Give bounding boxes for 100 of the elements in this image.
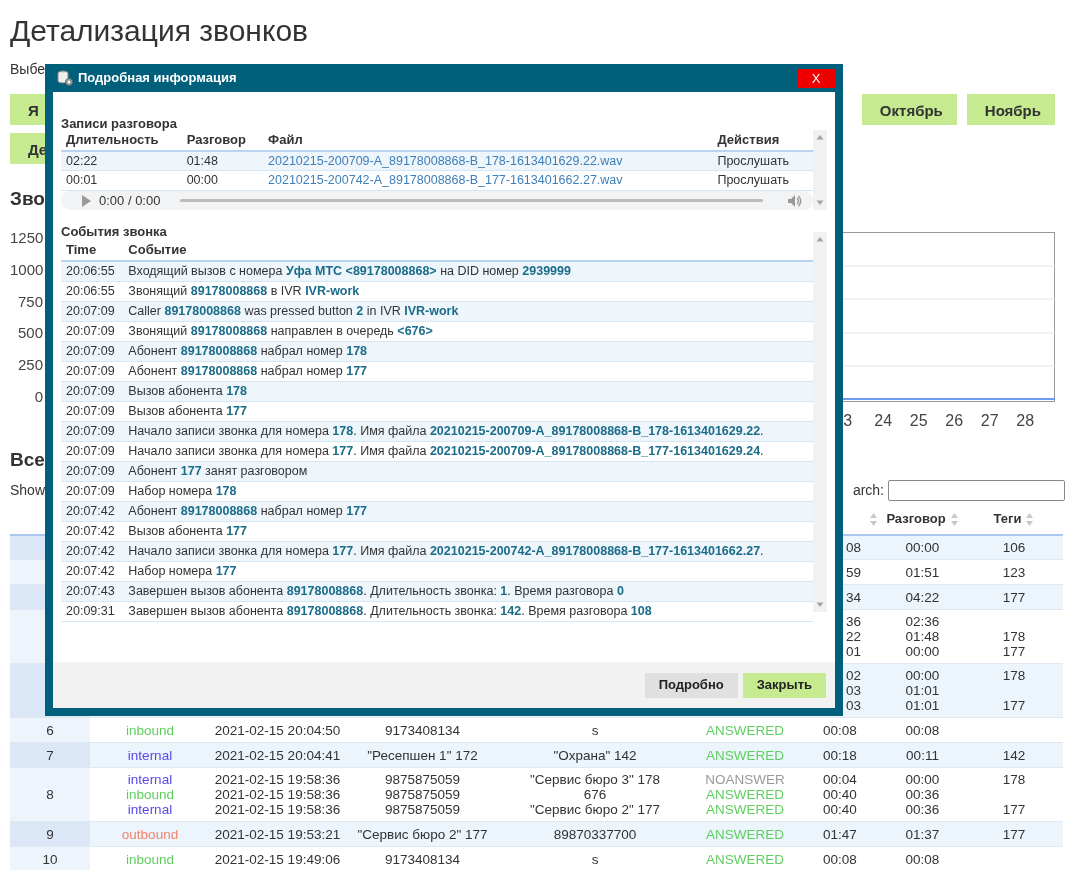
search-label: arch: — [852, 480, 884, 500]
table-cell: 36 — [846, 614, 862, 630]
section-heading: Записи разговора — [61, 116, 178, 132]
axis-label: 26 — [944, 410, 965, 431]
table-cell: "Ресепшен 1" 172 — [367, 747, 478, 763]
call-status: ANSWERED — [706, 787, 784, 803]
table-cell: 00:00 — [186, 173, 218, 188]
audio-player[interactable]: 0:00 / 0:00 — [61, 191, 813, 211]
event-time: 20:07:42 — [66, 503, 115, 518]
table-cell: 2021-02-15 19:58:36 — [214, 787, 341, 803]
dialog-button[interactable]: Подробно — [644, 672, 738, 698]
event-text: Начало записи звонка для номера 177. Имя файла 20210215-200709-A_89178008868-B_177-1613401629.24. — [128, 443, 764, 458]
progress-track[interactable] — [180, 199, 763, 203]
call-type: internal — [127, 747, 173, 763]
axis-label: 250 — [16, 355, 43, 376]
month-button[interactable]: Ноябрь — [966, 94, 1055, 125]
column-header: Действия — [717, 132, 780, 147]
column-header: Файл — [268, 132, 303, 147]
table-cell: 03 — [846, 698, 862, 714]
event-text: Завершен вызов абонента 89178008868. Длительность звонка: 1. Время разговора 0 — [128, 583, 624, 598]
event-time: 20:07:09 — [66, 463, 115, 478]
event-time: 20:07:09 — [66, 423, 115, 438]
section-heading: Все — [10, 448, 45, 472]
event-text: Звонящий 89178008868 в IVR IVR-work — [128, 283, 360, 298]
play-icon[interactable] — [81, 194, 91, 207]
table-cell: s — [591, 851, 599, 867]
sort-icon[interactable] — [949, 512, 959, 528]
month-button[interactable]: Октябрь — [861, 94, 957, 125]
event-time: 20:07:09 — [66, 403, 115, 418]
select-label: Выбе — [10, 61, 46, 77]
column-header[interactable]: Разговор — [886, 511, 946, 527]
axis-label: 500 — [16, 323, 43, 344]
table-cell: 03 — [846, 683, 862, 699]
event-text: Звонящий 89178008868 направлен в очередь <676> — [128, 323, 433, 338]
volume-icon[interactable] — [787, 193, 803, 208]
table-cell: 00:00 — [905, 539, 940, 555]
event-text: Набор номера 177 — [128, 563, 237, 578]
event-text: Абонент 89178008868 набрал номер 178 — [128, 343, 368, 358]
column-header: Длительность — [66, 132, 159, 147]
table-cell: 9875875059 — [384, 772, 461, 788]
table-cell: 00:08 — [823, 722, 857, 738]
table-cell: 178 — [1002, 668, 1026, 684]
table-cell: 00:00 — [905, 772, 940, 788]
table-cell: 00:40 — [823, 787, 857, 803]
row-number: 7 — [46, 747, 54, 763]
table-cell: "Охрана" 142 — [553, 747, 637, 763]
axis-label: 0 — [33, 387, 43, 408]
table-cell: 9173408134 — [384, 722, 461, 738]
table-cell: 00:08 — [905, 851, 940, 867]
table-cell: 02:36 — [905, 614, 940, 630]
table-cell: 2021-02-15 20:04:50 — [214, 722, 341, 738]
call-type: internal — [127, 802, 173, 818]
row-number: 9 — [46, 826, 54, 842]
event-text: Входящий вызов с номера Уфа МТС <89178008868> на DID номер 2939999 — [128, 263, 571, 278]
sort-icon[interactable] — [869, 512, 878, 528]
table-cell: 59 — [846, 564, 862, 580]
scrollbar[interactable] — [813, 130, 827, 210]
table-cell: "Сервис бюро 3" 178 — [530, 772, 660, 788]
axis-label: 25 — [908, 410, 929, 431]
sort-icon[interactable] — [1025, 512, 1035, 528]
axis-label: 24 — [873, 410, 894, 431]
close-button[interactable]: X — [797, 68, 835, 88]
table-cell: 01:51 — [905, 564, 940, 580]
table-cell: 2021-02-15 19:58:36 — [214, 772, 341, 788]
table-cell: 177 — [1002, 589, 1026, 605]
scrollbar[interactable] — [813, 232, 827, 613]
event-text: Начало записи звонка для номера 177. Имя файла 20210215-200742-A_89178008868-B_177-1613401662.27. — [128, 543, 764, 558]
call-type: inbound — [125, 851, 175, 867]
file-link[interactable]: 20210215-200742-A_89178008868-B_177-1613401662.27.wav — [268, 173, 623, 188]
call-type: inbound — [125, 787, 175, 803]
search-field[interactable] — [888, 479, 1065, 501]
table-cell: 2021-02-15 20:04:41 — [214, 747, 341, 763]
table-cell: 01:01 — [905, 698, 940, 714]
column-header[interactable]: Теги — [993, 511, 1022, 527]
call-status: ANSWERED — [706, 826, 784, 842]
table-cell: 9173408134 — [384, 851, 461, 867]
table-cell: "Сервис бюро 2" 177 — [357, 826, 488, 842]
table-cell: 04:22 — [905, 589, 940, 605]
row-number: 6 — [46, 722, 54, 738]
event-text: Завершен вызов абонента 89178008868. Длительность звонка: 142. Время разговора 108 — [128, 603, 652, 618]
table-cell: 02:22 — [66, 153, 98, 168]
row-number: 10 — [42, 851, 58, 867]
table-cell: 01:48 — [905, 629, 940, 645]
table-cell: 178 — [1002, 772, 1026, 788]
table-cell: 177 — [1002, 802, 1026, 818]
table-cell: 9875875059 — [384, 787, 461, 803]
table-cell: 01 — [846, 644, 862, 660]
listen-link[interactable]: Прослушать — [717, 173, 790, 188]
event-time: 20:06:55 — [66, 263, 115, 278]
table-cell: 142 — [1002, 747, 1026, 763]
dialog-button[interactable]: Закрыть — [742, 672, 826, 698]
table-cell: 01:01 — [905, 683, 940, 699]
call-status: ANSWERED — [706, 851, 784, 867]
call-type: outbound — [121, 826, 179, 842]
table-cell: 02 — [846, 668, 862, 684]
table-cell: 00:01 — [66, 173, 98, 188]
call-status: ANSWERED — [706, 747, 784, 763]
table-cell: 106 — [1002, 539, 1026, 555]
event-time: 20:07:09 — [66, 443, 115, 458]
event-time: 20:07:09 — [66, 343, 115, 358]
